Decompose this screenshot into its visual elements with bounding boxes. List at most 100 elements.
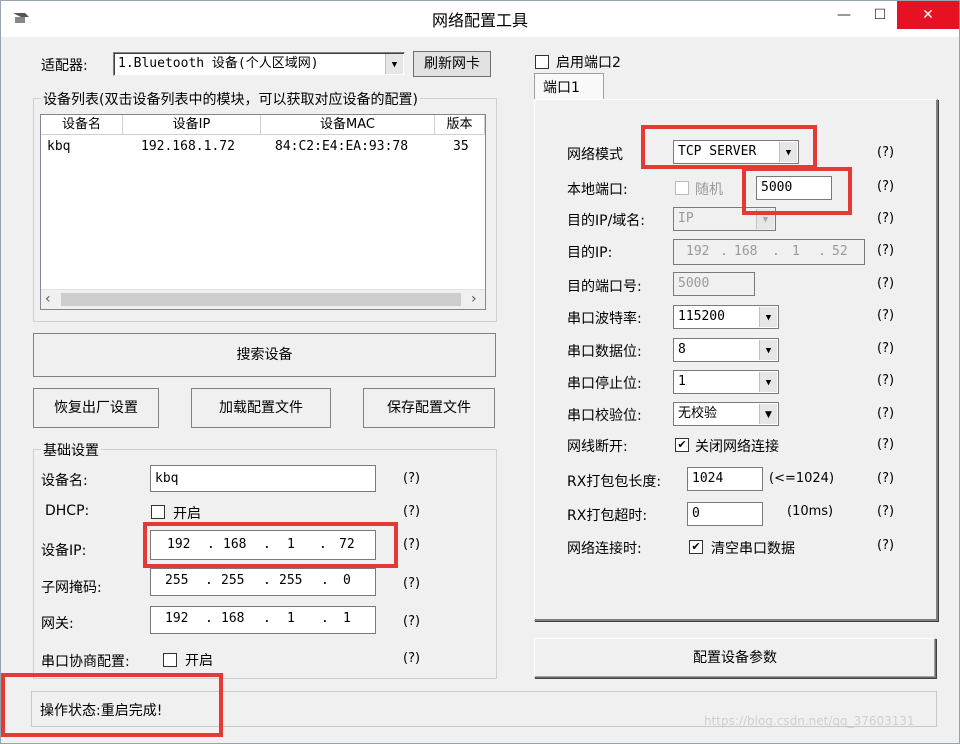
disconnect-help[interactable]: (?) [877,437,894,452]
scroll-thumb[interactable] [61,293,461,306]
stopbits-value: 1 [678,374,686,389]
gateway-octet-3: 1 [287,611,295,626]
net-connect-help[interactable]: (?) [877,538,894,553]
dest-ip-octet-3: 1 [792,244,800,259]
refresh-adapter-button[interactable]: 刷新网卡 [413,51,491,77]
serial-negotiation-option-label: 开启 [185,653,213,669]
gateway-octet-2: 168 [221,611,245,626]
local-port-help[interactable]: (?) [877,179,894,194]
baud-help[interactable]: (?) [877,308,894,323]
ip-dot: . [321,611,329,626]
databits-help[interactable]: (?) [877,341,894,356]
clear-serial-checkbox[interactable]: ✔ [689,540,703,554]
local-port-label: 本地端口: [567,182,628,198]
table-row[interactable]: kbq 192.168.1.72 84:C2:E4:EA:93:78 35 [41,136,485,158]
column-header-ip[interactable]: 设备IP [123,115,261,135]
rx-length-label: RX打包包长度: [567,474,662,490]
stopbits-help[interactable]: (?) [877,373,894,388]
highlight-network-mode [641,125,817,169]
column-header-mac[interactable]: 设备MAC [261,115,435,135]
serial-negotiation-help[interactable]: (?) [403,651,420,666]
serial-negotiation-checkbox[interactable] [163,653,177,667]
adapter-value: 1.Bluetooth 设备(个人区域网) [118,56,319,71]
ip-dot: . [772,244,780,259]
save-config-button[interactable]: 保存配置文件 [363,388,495,428]
chevron-down-icon: ▼ [385,54,403,74]
parity-value: 无校验 [678,406,718,421]
column-header-version[interactable]: 版本 [435,115,485,135]
row-device-version: 35 [453,139,469,154]
databits-select[interactable]: 8 ▼ [673,338,779,362]
dest-ip-help[interactable]: (?) [877,243,894,258]
adapter-select[interactable]: 1.Bluetooth 设备(个人区域网) ▼ [113,52,405,76]
rx-length-help[interactable]: (?) [877,471,894,486]
highlight-status [1,673,223,737]
device-ip-help[interactable]: (?) [403,537,420,552]
dest-ip-label: 目的IP: [567,245,613,261]
factory-reset-button[interactable]: 恢复出厂设置 [33,388,159,428]
dhcp-option-label: 开启 [173,506,201,522]
subnet-input[interactable]: 255 . 255 . 255 . 0 [150,568,376,596]
scroll-left-icon[interactable]: ‹ [45,291,51,307]
search-devices-button[interactable]: 搜索设备 [33,333,496,377]
dest-port-label: 目的端口号: [567,279,642,295]
rx-length-input[interactable]: 1024 [687,467,763,491]
dhcp-checkbox[interactable] [151,505,165,519]
random-port-checkbox[interactable] [675,181,689,195]
baud-label: 串口波特率: [567,311,642,327]
disconnect-checkbox[interactable]: ✔ [675,438,689,452]
title-bar: 网络配置工具 — ☐ ✕ [1,1,959,37]
dest-ip-domain-label: 目的IP/域名: [567,213,646,229]
dhcp-help[interactable]: (?) [403,504,420,519]
close-button[interactable]: ✕ [897,1,959,29]
gateway-input[interactable]: 192 . 168 . 1 . 1 [150,606,376,634]
rx-timeout-label: RX打包超时: [567,508,648,524]
device-name-help[interactable]: (?) [403,471,420,486]
gateway-help[interactable]: (?) [403,614,420,629]
subnet-octet-1: 255 [165,573,189,588]
configure-device-button[interactable]: 配置设备参数 [534,638,936,678]
highlight-local-port [742,167,852,215]
dest-ip-domain-value: IP [678,211,694,226]
databits-value: 8 [678,342,686,357]
dest-ip-input[interactable]: 192 . 168 . 1 . 52 [673,239,865,265]
parity-select[interactable]: 无校验 ▼ [673,402,779,426]
network-mode-help[interactable]: (?) [877,145,894,160]
column-header-name[interactable]: 设备名 [41,115,123,135]
app-window: 网络配置工具 — ☐ ✕ 适配器: 1.Bluetooth 设备(个人区域网) … [0,0,960,744]
enable-port2-checkbox[interactable] [535,55,549,69]
dest-port-help[interactable]: (?) [877,276,894,291]
device-name-input[interactable]: kbq [150,465,376,492]
disconnect-label: 网线断开: [567,439,628,455]
dest-port-input[interactable]: 5000 [673,272,755,296]
dest-ip-domain-help[interactable]: (?) [877,211,894,226]
disconnect-option-label: 关闭网络连接 [695,439,779,455]
stopbits-select[interactable]: 1 ▼ [673,370,779,394]
baud-select[interactable]: 115200 ▼ [673,305,779,329]
parity-help[interactable]: (?) [877,406,894,421]
ip-dot: . [263,611,271,626]
clear-serial-option-label: 清空串口数据 [711,541,795,557]
gateway-label: 网关: [41,616,74,632]
rx-timeout-help[interactable]: (?) [877,504,894,519]
subnet-help[interactable]: (?) [403,576,420,591]
dest-ip-octet-1: 192 [686,244,710,259]
subnet-label: 子网掩码: [41,580,102,596]
device-ip-label: 设备IP: [41,543,87,559]
horizontal-scrollbar[interactable]: ‹ › [41,289,485,309]
parity-label: 串口校验位: [567,408,642,424]
device-list[interactable]: 设备名 设备IP 设备MAC 版本 kbq 192.168.1.72 84:C2… [40,114,486,310]
enable-port2-label: 启用端口2 [556,55,621,71]
basic-settings-legend: 基础设置 [41,440,101,460]
highlight-device-ip [143,522,398,568]
rx-timeout-input[interactable]: 0 [687,502,763,526]
row-device-ip: 192.168.1.72 [141,139,235,154]
rx-timeout-hint: (10ms) [787,504,834,519]
adapter-label: 适配器: [41,58,88,74]
tab-port1[interactable]: 端口1 [534,73,604,99]
subnet-octet-3: 255 [279,573,303,588]
gateway-octet-4: 1 [343,611,351,626]
random-port-label: 随机 [695,182,723,198]
load-config-button[interactable]: 加载配置文件 [191,388,331,428]
scroll-right-icon[interactable]: › [471,291,477,307]
